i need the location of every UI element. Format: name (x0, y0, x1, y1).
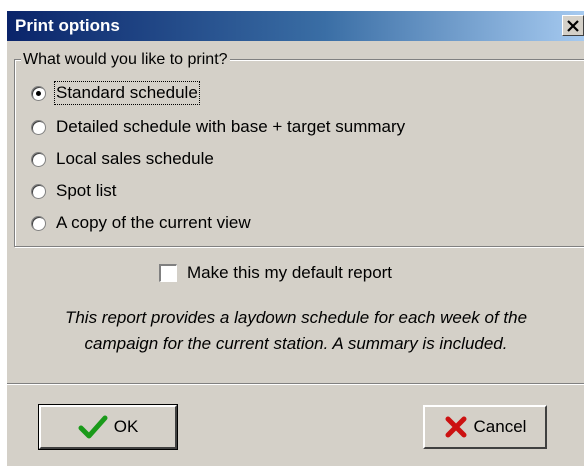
default-report-checkbox-row[interactable]: Make this my default report (159, 261, 392, 285)
cancel-button[interactable]: Cancel (423, 405, 547, 449)
ok-label: OK (113, 417, 139, 436)
close-icon (567, 19, 579, 32)
red-x-icon (445, 416, 467, 438)
green-check-icon (78, 415, 108, 439)
dialog-title: Print options (15, 16, 120, 35)
divider (7, 383, 584, 385)
radio-local-sales-schedule[interactable]: Local sales schedule (31, 147, 214, 171)
radio-standard-schedule[interactable]: Standard schedule (31, 81, 200, 105)
radio-label: Detailed schedule with base + target sum… (56, 117, 406, 136)
report-description: This report provides a laydown schedule … (7, 305, 584, 357)
radio-detailed-schedule[interactable]: Detailed schedule with base + target sum… (31, 115, 405, 139)
description-line-1: This report provides a laydown schedule … (64, 308, 528, 327)
radio-label: Local sales schedule (56, 149, 214, 168)
radio-button[interactable] (31, 151, 46, 167)
radio-label: A copy of the current view (56, 213, 251, 232)
print-options-dialog: Print options What would you like to pri… (6, 10, 584, 466)
radio-spot-list[interactable]: Spot list (31, 179, 116, 203)
title-bar[interactable]: Print options (7, 11, 584, 41)
default-report-checkbox[interactable] (159, 264, 177, 282)
close-button[interactable] (562, 15, 584, 36)
default-report-label: Make this my default report (187, 263, 393, 282)
radio-label: Spot list (56, 181, 117, 200)
radio-button[interactable] (31, 215, 46, 231)
description-line-2: campaign for the current station. A summ… (84, 334, 508, 353)
group-legend: What would you like to print? (21, 51, 230, 69)
ok-button[interactable]: OK (38, 404, 178, 450)
radio-current-view[interactable]: A copy of the current view (31, 211, 251, 235)
radio-button[interactable] (31, 119, 46, 135)
radio-label: Standard schedule (54, 81, 200, 105)
cancel-label: Cancel (473, 417, 527, 436)
radio-button[interactable] (31, 85, 46, 101)
radio-button[interactable] (31, 183, 46, 199)
